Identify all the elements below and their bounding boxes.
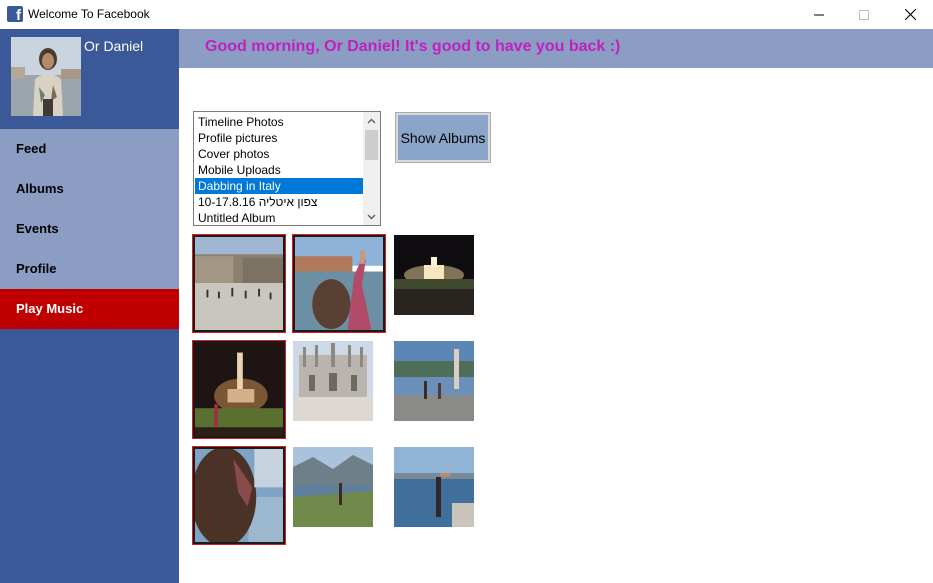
maximize-icon — [859, 9, 869, 20]
photo-thumbnail[interactable] — [293, 447, 373, 527]
window-title: Welcome To Facebook — [28, 7, 150, 21]
photo-thumbnail[interactable] — [394, 235, 474, 315]
header-banner: Good morning, Or Daniel! It's good to ha… — [179, 29, 933, 68]
album-item-untitled-album[interactable]: Untitled Album — [195, 210, 363, 225]
photo-mountain-lake — [293, 447, 373, 527]
minimize-button[interactable] — [796, 0, 842, 29]
photo-thumbnail[interactable] — [192, 446, 286, 545]
photo-lit-statue — [195, 343, 283, 436]
photo-lakeside-dab — [394, 447, 474, 527]
greeting-text: Good morning, Or Daniel! It's good to ha… — [205, 38, 621, 55]
scroll-thumb[interactable] — [365, 130, 378, 160]
title-bar: f Welcome To Facebook — [0, 0, 933, 29]
close-button[interactable] — [887, 0, 933, 29]
photo-venice-canal — [295, 237, 383, 330]
photo-lake-promenade — [394, 341, 474, 421]
show-albums-button[interactable]: Show Albums — [395, 112, 491, 163]
scroll-down-button[interactable] — [363, 208, 380, 225]
maximize-button[interactable] — [841, 0, 887, 29]
album-listbox[interactable]: Timeline Photos Profile pictures Cover p… — [193, 111, 381, 226]
sidebar-item-events[interactable]: Events — [0, 209, 179, 249]
photo-thumbnail[interactable] — [192, 234, 286, 333]
album-item-mobile-uploads[interactable]: Mobile Uploads — [195, 162, 363, 178]
album-item-timeline-photos[interactable]: Timeline Photos — [195, 114, 363, 130]
photo-thumbnail[interactable] — [192, 340, 286, 439]
photo-thumbnail[interactable] — [394, 341, 474, 421]
chevron-down-icon — [367, 214, 376, 219]
chevron-up-icon — [367, 118, 376, 123]
photo-boat-selfie — [195, 449, 283, 542]
sidebar-item-play-music[interactable]: Play Music — [0, 289, 179, 329]
photo-milan-cathedral — [293, 341, 373, 421]
album-item-north-italy[interactable]: 10-17.8.16 צפון איטליה — [195, 194, 363, 210]
album-list-scrollbar[interactable] — [363, 112, 380, 225]
sidebar-item-albums[interactable]: Albums — [0, 169, 179, 209]
sidebar: Or Daniel Feed Albums Events Profile Pla… — [0, 29, 179, 583]
facebook-logo-icon: f — [7, 6, 23, 22]
profile-photo — [11, 37, 81, 116]
album-item-dabbing-in-italy[interactable]: Dabbing in Italy — [195, 178, 363, 194]
photo-square-plaza — [195, 237, 283, 330]
minimize-icon — [814, 14, 824, 15]
photo-thumbnail[interactable] — [292, 234, 386, 333]
user-name: Or Daniel — [84, 38, 144, 54]
photo-thumbnail[interactable] — [293, 341, 373, 421]
scroll-up-button[interactable] — [363, 112, 380, 129]
album-list: Timeline Photos Profile pictures Cover p… — [195, 114, 363, 225]
sidebar-nav: Feed Albums Events Profile Play Music — [0, 129, 179, 329]
sidebar-item-feed[interactable]: Feed — [0, 129, 179, 169]
photo-night-monument — [394, 235, 474, 315]
close-icon — [904, 9, 916, 20]
sidebar-item-profile[interactable]: Profile — [0, 249, 179, 289]
album-item-cover-photos[interactable]: Cover photos — [195, 146, 363, 162]
app-window: f Welcome To Facebook Or Daniel Feed Alb… — [0, 0, 933, 583]
photo-thumbnail[interactable] — [394, 447, 474, 527]
album-item-profile-pictures[interactable]: Profile pictures — [195, 130, 363, 146]
avatar[interactable] — [11, 37, 81, 116]
profile-block: Or Daniel — [0, 29, 179, 129]
